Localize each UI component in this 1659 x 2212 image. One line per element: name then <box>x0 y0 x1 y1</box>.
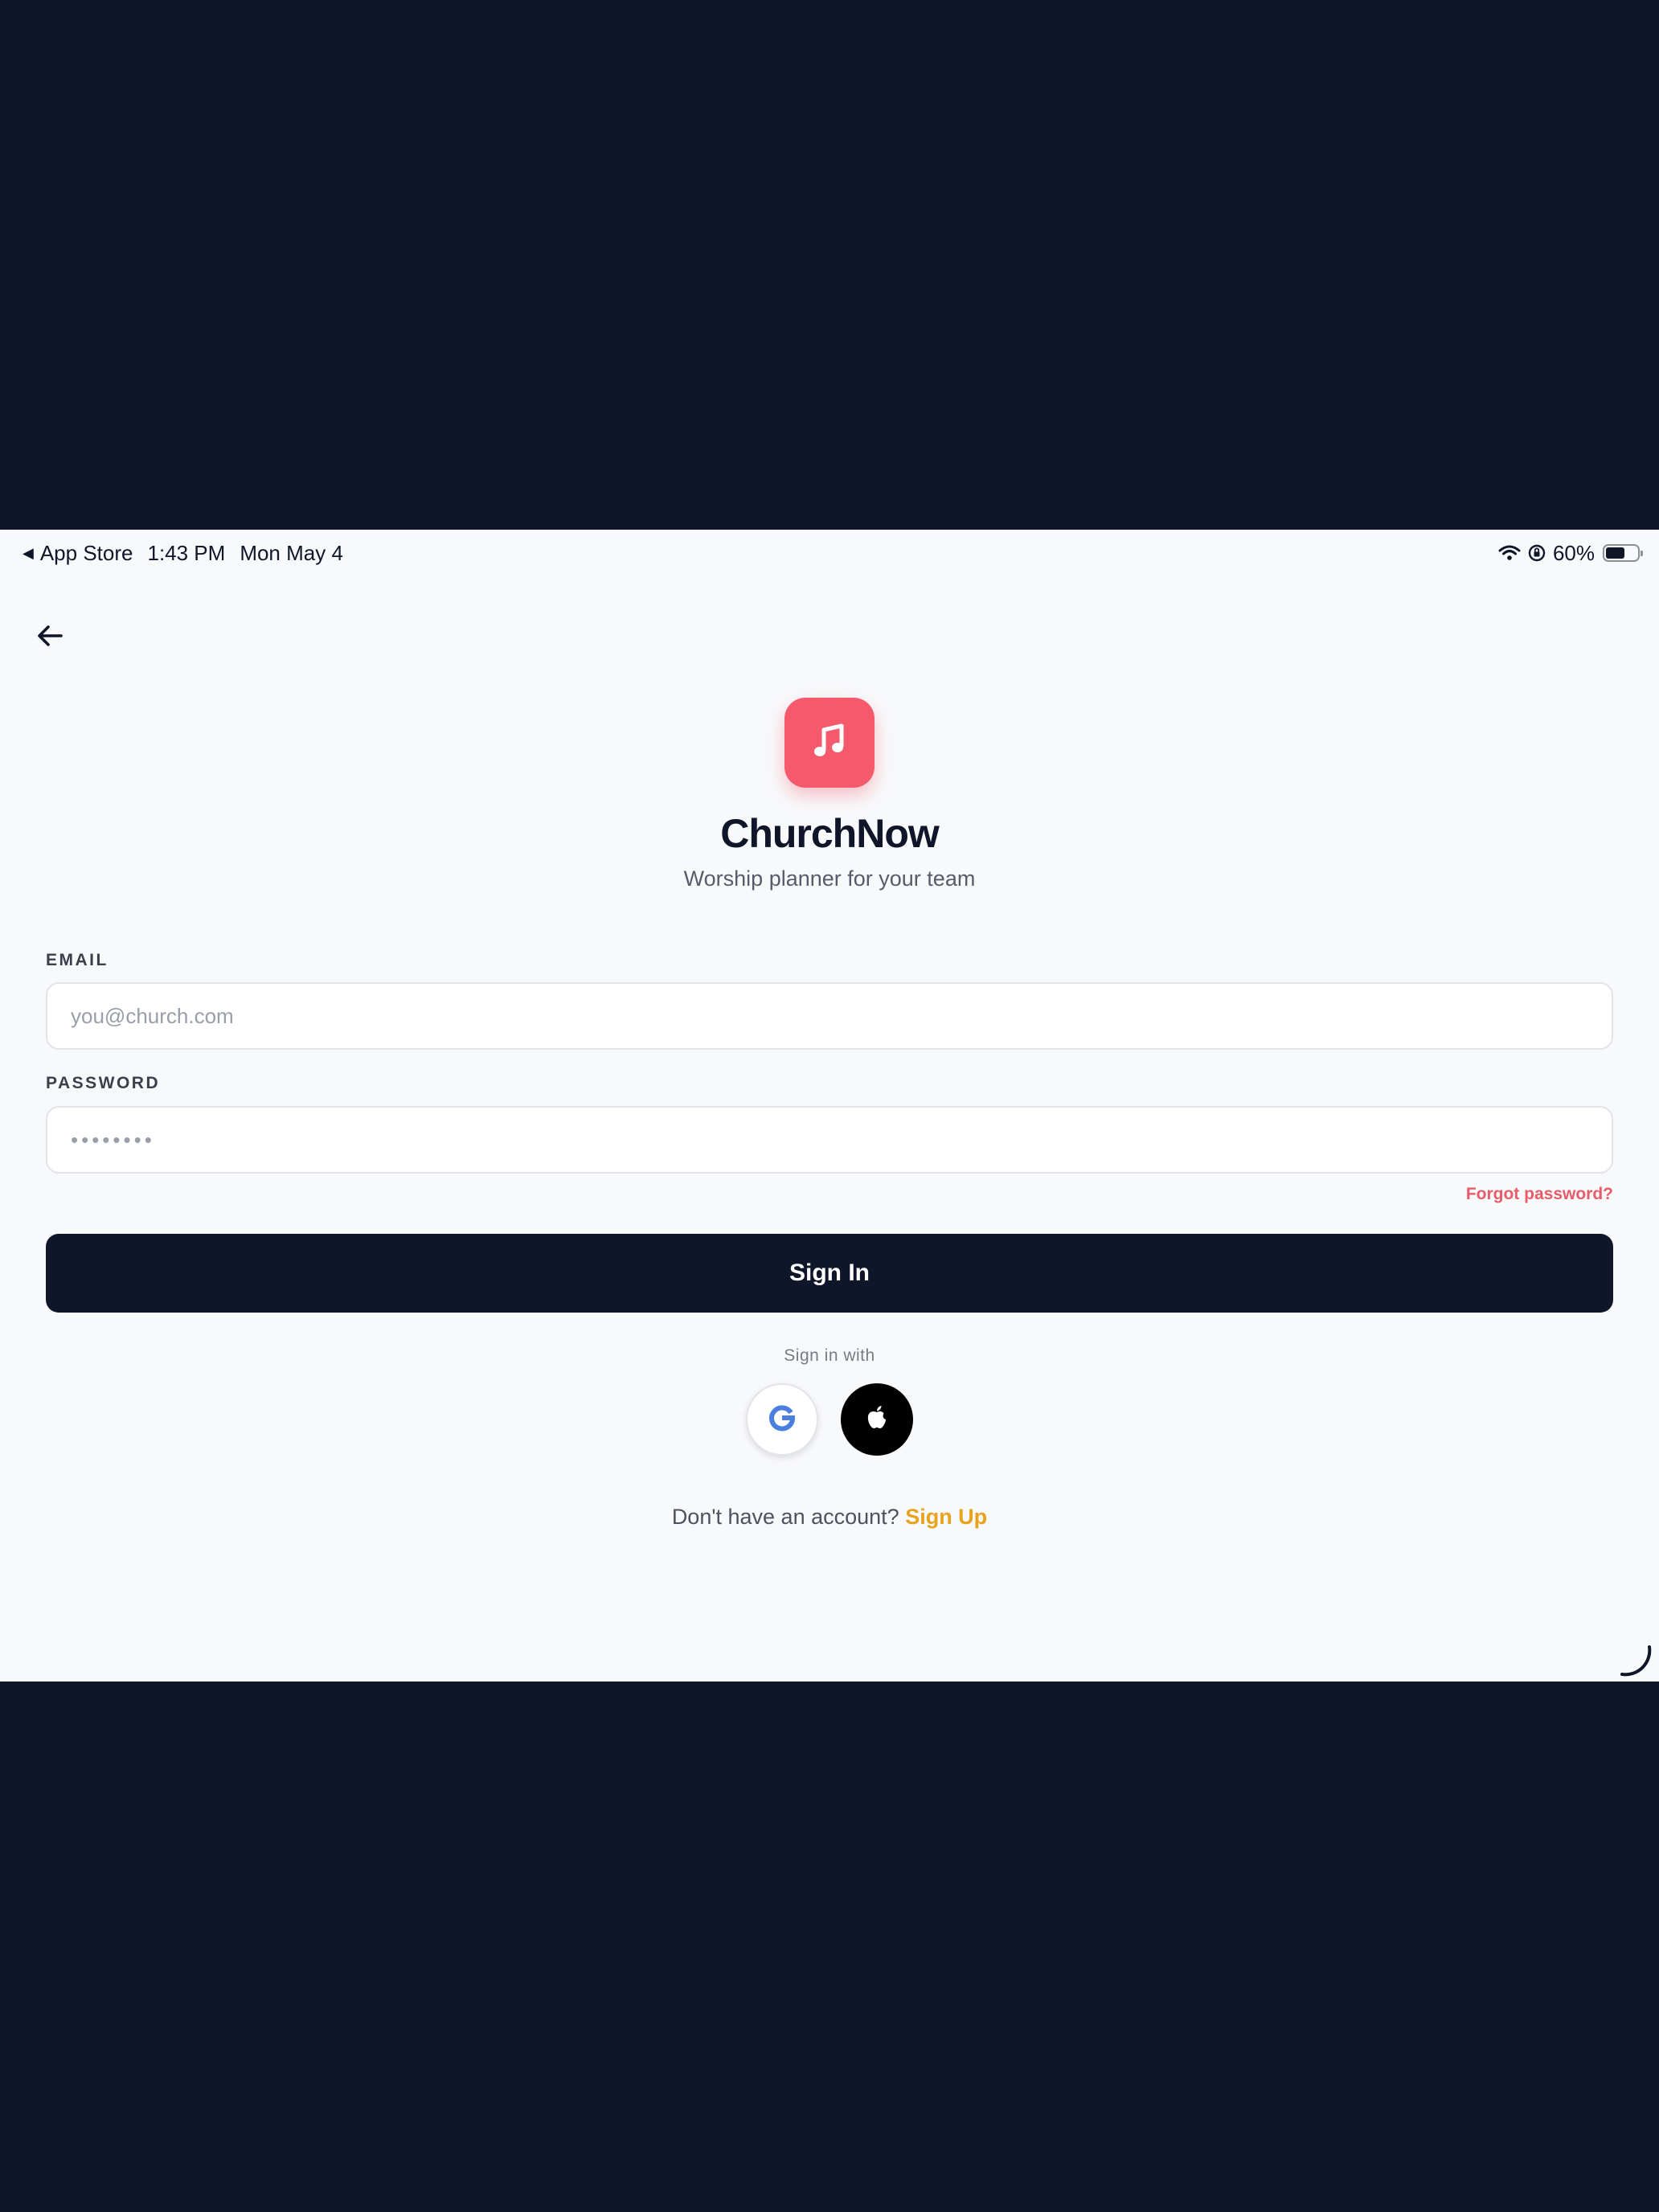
status-bar: ◀ App Store 1:43 PM Mon May 4 60% <box>0 530 1659 575</box>
loading-spinner-icon <box>1619 1644 1653 1677</box>
forgot-password-link[interactable]: Forgot password? <box>1466 1185 1613 1204</box>
apple-icon <box>865 1404 889 1436</box>
social-sign-in-heading: Sign in with <box>784 1346 875 1365</box>
status-date: Mon May 4 <box>240 540 343 565</box>
signup-prompt: Don't have an account? <box>671 1505 899 1529</box>
back-to-app-icon[interactable]: ◀ <box>23 545 34 562</box>
signup-row: Don't have an account? Sign Up <box>0 1505 1659 1530</box>
app-screen: ◀ App Store 1:43 PM Mon May 4 60% Church… <box>0 530 1659 1682</box>
apple-sign-in-button[interactable] <box>841 1383 913 1456</box>
email-field[interactable] <box>46 982 1613 1050</box>
battery-fill <box>1606 547 1624 559</box>
status-left: ◀ App Store 1:43 PM Mon May 4 <box>23 541 343 565</box>
sign-up-link[interactable]: Sign Up <box>905 1505 987 1529</box>
password-field[interactable] <box>46 1106 1613 1174</box>
status-right: 60% <box>1498 540 1643 565</box>
sign-in-button[interactable]: Sign In <box>46 1234 1613 1313</box>
battery-icon <box>1603 544 1643 562</box>
app-subtitle: Worship planner for your team <box>683 866 976 891</box>
app-logo <box>784 698 875 788</box>
email-label: EMAIL <box>46 951 109 969</box>
app-title: ChurchNow <box>720 811 940 856</box>
battery-percent: 60% <box>1552 540 1595 565</box>
arrow-left-icon[interactable] <box>34 620 66 652</box>
google-sign-in-button[interactable] <box>746 1383 818 1456</box>
google-icon <box>766 1402 798 1438</box>
letterbox-top <box>0 0 1659 530</box>
status-time: 1:43 PM <box>147 540 226 565</box>
orientation-lock-icon <box>1527 543 1546 563</box>
letterbox-bottom <box>0 1682 1659 2212</box>
password-label: PASSWORD <box>46 1074 161 1092</box>
wifi-icon <box>1498 544 1521 562</box>
back-to-app-label[interactable]: App Store <box>40 541 133 566</box>
music-note-icon <box>809 720 850 766</box>
